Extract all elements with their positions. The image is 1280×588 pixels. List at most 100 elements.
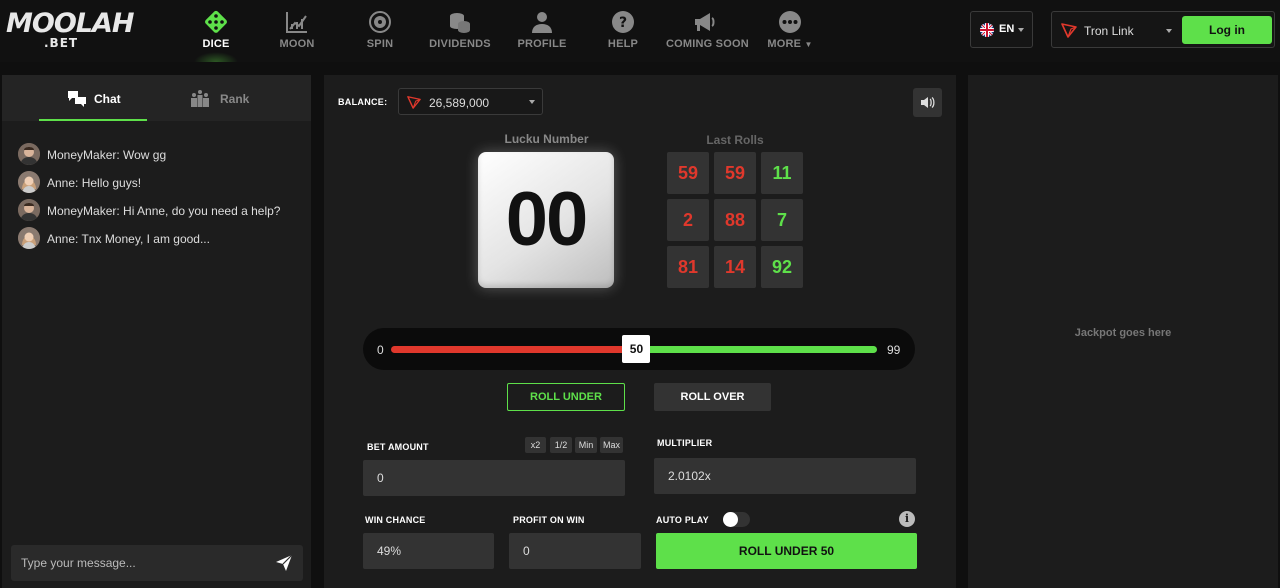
nav-item-dice[interactable]: DICE: [186, 0, 246, 62]
avatar: [18, 143, 40, 165]
nav-label: MORE ▼: [762, 38, 818, 50]
jackpot-panel: Jackpot goes here: [968, 75, 1278, 588]
toggle-knob: [723, 512, 738, 527]
chat-message: Anne: Tnx Money, I am good...: [18, 227, 308, 255]
last-roll-cell: 59: [714, 152, 756, 194]
last-rolls-label: Last Rolls: [706, 133, 764, 147]
chat-message-text: MoneyMaker: Wow gg: [47, 148, 167, 162]
last-roll-cell: 81: [667, 246, 709, 288]
wallet-selector[interactable]: Tron Link Log in: [1051, 11, 1275, 48]
bet-amount-input[interactable]: [363, 460, 625, 496]
avatar: [18, 227, 40, 249]
chat-message-text: Anne: Tnx Money, I am good...: [47, 232, 210, 246]
bet-min-button[interactable]: Min: [575, 437, 597, 453]
nav-item-more[interactable]: MORE ▼: [762, 0, 818, 62]
chevron-down-icon: ▼: [804, 40, 813, 49]
bet-amount-label: BET AMOUNT: [367, 442, 429, 452]
tab-chat-label: Chat: [94, 92, 121, 106]
tab-chat[interactable]: Chat: [39, 75, 147, 121]
bet-double-button[interactable]: x2: [525, 437, 546, 453]
multiplier-label: MULTIPLIER: [657, 438, 713, 448]
nav-active-glow: [194, 52, 238, 62]
last-roll-cell: 7: [761, 199, 803, 241]
last-roll-cell: 2: [667, 199, 709, 241]
nav-label: DIVIDENDS: [429, 38, 491, 50]
slider-under-track[interactable]: [391, 346, 637, 353]
nav-label: DICE: [202, 38, 230, 50]
last-roll-cell: 14: [714, 246, 756, 288]
auto-play-toggle[interactable]: [723, 512, 750, 527]
chevron-down-icon: [1018, 28, 1024, 32]
nav-item-dividends[interactable]: DIVIDENDS: [427, 0, 493, 62]
chat-message-text: MoneyMaker: Hi Anne, do you need a help?: [47, 204, 281, 218]
lucky-number-die: 00: [478, 152, 614, 288]
roll-button[interactable]: ROLL UNDER 50: [656, 533, 917, 569]
language-code: EN: [999, 23, 1015, 35]
last-roll-cell: 92: [761, 246, 803, 288]
balance-selector[interactable]: 26,589,000: [398, 88, 543, 115]
send-icon[interactable]: [275, 554, 293, 572]
nav-more-text: MORE: [767, 38, 802, 50]
auto-play-label: AUTO PLAY: [656, 515, 709, 525]
info-icon[interactable]: i: [899, 511, 915, 527]
chat-message: MoneyMaker: Hi Anne, do you need a help?: [18, 199, 308, 227]
slider-max-label: 99: [887, 343, 901, 357]
avatar: [18, 171, 40, 193]
balance-label: BALANCE:: [338, 97, 388, 107]
slider-handle[interactable]: 50: [622, 335, 651, 363]
chart-icon: [286, 12, 307, 33]
megaphone-icon: [695, 13, 715, 31]
slider-over-track[interactable]: [636, 346, 877, 353]
logo[interactable]: MOOLAH .BET: [6, 8, 134, 52]
last-rolls-grid: 59 59 11 2 88 7 81 14 92: [667, 152, 805, 292]
nav-item-spin[interactable]: SPIN: [350, 0, 410, 62]
tron-icon: [1061, 23, 1077, 38]
last-roll-cell: 59: [667, 152, 709, 194]
chat-panel: Chat Rank MoneyMaker: Wow gg Anne: Hello…: [2, 75, 311, 588]
logo-main-text: MOOLAH: [6, 8, 134, 39]
balance-value: 26,589,000: [429, 96, 490, 110]
chevron-down-icon: [529, 100, 535, 104]
multiplier-input[interactable]: [654, 458, 916, 494]
lucky-number-label: Lucku Number: [504, 132, 589, 146]
nav-item-help[interactable]: ? HELP: [593, 0, 653, 62]
coins-icon: [450, 13, 470, 33]
logo-sub-text: .BET: [44, 36, 79, 50]
profit-on-win-input[interactable]: [509, 533, 641, 569]
nav-item-coming-soon[interactable]: COMING SOON: [666, 0, 749, 62]
avatar: [18, 199, 40, 221]
chat-tabs: Chat Rank: [2, 75, 311, 121]
rank-podium-icon: [191, 90, 209, 107]
chat-bubbles-icon: [68, 91, 86, 107]
uk-flag-icon: [980, 23, 994, 37]
bet-half-button[interactable]: 1/2: [550, 437, 572, 453]
language-selector[interactable]: EN: [970, 11, 1033, 48]
chat-message: Anne: Hello guys!: [18, 171, 308, 199]
slider-min-label: 0: [377, 343, 384, 357]
nav-label: MOON: [279, 38, 315, 50]
speaker-icon: [921, 96, 935, 109]
bet-max-button[interactable]: Max: [600, 437, 623, 453]
chat-message-text: Anne: Hello guys!: [47, 176, 142, 190]
nav-label: HELP: [607, 38, 639, 50]
roll-under-toggle-button[interactable]: ROLL UNDER: [507, 383, 625, 411]
wheel-icon: [369, 11, 391, 33]
last-roll-cell: 11: [761, 152, 803, 194]
top-header: MOOLAH .BET DICE MOON SPIN DIVIDENDS PRO…: [0, 0, 1280, 62]
roll-over-toggle-button[interactable]: ROLL OVER: [654, 383, 771, 411]
nav-label: COMING SOON: [666, 38, 749, 50]
nav-item-profile[interactable]: PROFILE: [512, 0, 572, 62]
login-button[interactable]: Log in: [1182, 16, 1272, 44]
more-icon: [779, 11, 801, 33]
sound-toggle-button[interactable]: [913, 88, 942, 117]
help-icon: ?: [612, 11, 634, 33]
tab-rank-label: Rank: [220, 92, 250, 106]
win-chance-input[interactable]: [363, 533, 494, 569]
wallet-name: Tron Link: [1084, 24, 1134, 38]
chat-message-input[interactable]: [11, 545, 261, 581]
lucky-number-value: 00: [505, 177, 589, 262]
nav-item-moon[interactable]: MOON: [267, 0, 327, 62]
tab-rank[interactable]: Rank: [188, 75, 278, 121]
dice-game-panel: BALANCE: 26,589,000 Lucku Number 00 Last…: [324, 75, 956, 588]
last-roll-cell: 88: [714, 199, 756, 241]
